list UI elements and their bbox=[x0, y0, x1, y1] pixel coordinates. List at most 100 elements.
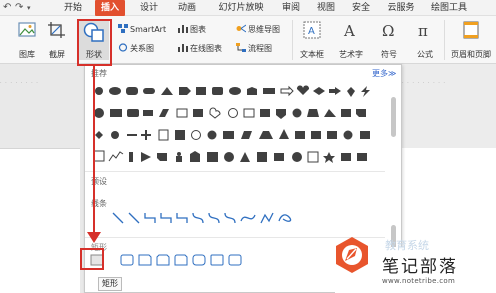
tab-security[interactable]: 安全 bbox=[346, 0, 376, 16]
label-shape[interactable] bbox=[276, 109, 286, 119]
tab-drawing-tools[interactable]: 绘图工具 bbox=[424, 0, 474, 16]
tab-review[interactable]: 审阅 bbox=[276, 0, 306, 16]
curved-double-arrow-shape[interactable] bbox=[224, 212, 236, 224]
pill-shape[interactable] bbox=[143, 88, 155, 94]
freeform-line-shape[interactable] bbox=[108, 151, 124, 162]
redo-icon[interactable]: ↷ bbox=[15, 1, 23, 15]
rect-shape-7[interactable] bbox=[357, 153, 367, 161]
person-body-shape[interactable] bbox=[176, 156, 182, 162]
elbow-arrow-shape[interactable] bbox=[160, 213, 172, 223]
snip-two-corner-rect-shape[interactable] bbox=[156, 254, 170, 266]
elbow-connector-shape[interactable] bbox=[144, 213, 156, 223]
arrow-line-shape[interactable] bbox=[128, 212, 140, 224]
rectangle-shapes-row[interactable] bbox=[89, 253, 259, 267]
round-rect-3-shape[interactable] bbox=[228, 254, 242, 266]
square-shape-4[interactable] bbox=[360, 131, 370, 139]
line-shape[interactable] bbox=[112, 212, 124, 224]
mindmap-button[interactable]: 思维导图 bbox=[236, 23, 280, 37]
snip-round-rect-shape[interactable] bbox=[174, 254, 188, 266]
filled-rect-shape[interactable] bbox=[223, 131, 234, 139]
folded-corner-shape[interactable] bbox=[356, 109, 366, 117]
tab-design[interactable]: 设计 bbox=[134, 0, 164, 16]
art-text-button[interactable]: A 艺术字 bbox=[335, 21, 367, 60]
square-outline-shape[interactable] bbox=[243, 108, 255, 118]
rounded-rectangle-shape[interactable] bbox=[120, 254, 134, 266]
filled-circle-shape[interactable] bbox=[207, 130, 217, 140]
block-shape[interactable] bbox=[207, 152, 218, 162]
circle-shape-2[interactable] bbox=[292, 108, 302, 118]
flat-rect-shape[interactable] bbox=[263, 88, 275, 94]
more-shapes-link[interactable]: 更多≫ bbox=[372, 68, 396, 79]
block-arrow-shape[interactable] bbox=[329, 87, 341, 95]
chart-button[interactable]: 图表 bbox=[178, 23, 206, 37]
frame-shape[interactable] bbox=[176, 108, 188, 118]
star-shape[interactable] bbox=[323, 152, 335, 163]
pentagon-arrow-shape[interactable] bbox=[179, 87, 191, 95]
heart-outline-shape[interactable] bbox=[209, 107, 221, 119]
elbow-double-arrow-shape[interactable] bbox=[176, 213, 188, 223]
rect-shape-3[interactable] bbox=[311, 131, 321, 139]
textbox-button[interactable]: A 文本框 bbox=[296, 21, 328, 60]
tab-insert[interactable]: 插入 bbox=[95, 0, 125, 16]
heart-shape[interactable] bbox=[296, 85, 310, 95]
ring-shape[interactable] bbox=[191, 130, 201, 140]
tab-start[interactable]: 开始 bbox=[58, 0, 88, 16]
building-shape[interactable] bbox=[190, 151, 200, 162]
round-rect-2-shape[interactable] bbox=[210, 254, 224, 266]
undo-icon[interactable]: ↶ bbox=[3, 1, 11, 15]
ellipse-shape[interactable] bbox=[95, 87, 103, 95]
play-triangle-shape[interactable] bbox=[141, 152, 151, 162]
flowchart-button[interactable]: 流程图 bbox=[236, 42, 272, 56]
rounded-rect-shape[interactable] bbox=[126, 87, 138, 95]
screenshot-button[interactable]: 截屏 bbox=[44, 21, 70, 60]
rect-shape-4[interactable] bbox=[327, 131, 337, 139]
arrow-up-shape[interactable] bbox=[240, 152, 250, 162]
rect-shape[interactable] bbox=[110, 109, 122, 117]
snip-corner-rect-shape[interactable] bbox=[138, 254, 152, 266]
formula-button[interactable]: π 公式 bbox=[412, 21, 438, 60]
triangle-shape-3[interactable] bbox=[279, 129, 289, 139]
minus-shape[interactable] bbox=[127, 134, 137, 136]
tab-view[interactable]: 视图 bbox=[311, 0, 341, 16]
bar-shape[interactable] bbox=[129, 152, 133, 162]
dropdown-icon[interactable]: ▾ bbox=[27, 1, 31, 15]
freeform-shape[interactable] bbox=[260, 212, 274, 224]
circle-outline-shape[interactable] bbox=[228, 108, 238, 118]
dot-shape[interactable] bbox=[111, 131, 119, 139]
cloud-shape[interactable] bbox=[229, 87, 241, 95]
scribble-shape[interactable] bbox=[278, 214, 292, 222]
curve-shape[interactable] bbox=[240, 214, 256, 222]
grid-shape[interactable] bbox=[93, 150, 105, 162]
rect-callout-shape[interactable] bbox=[212, 87, 223, 95]
tab-slideshow[interactable]: 幻灯片放映 bbox=[211, 0, 271, 16]
circle-shape-4[interactable] bbox=[292, 152, 302, 162]
recommended-shapes-grid[interactable] bbox=[89, 85, 389, 165]
rounded-rect-shape-2[interactable] bbox=[127, 109, 139, 117]
square-shape-2[interactable] bbox=[260, 109, 270, 117]
filled-square-shape[interactable] bbox=[175, 130, 185, 140]
picture-button[interactable]: 图库 bbox=[14, 21, 40, 60]
tab-cloud[interactable]: 云服务 bbox=[381, 0, 421, 16]
smartart-button[interactable]: SmartArt bbox=[118, 23, 166, 37]
trapezoid-shape[interactable] bbox=[307, 109, 319, 117]
relation-button[interactable]: 关系图 bbox=[118, 42, 154, 56]
circle-shape-3[interactable] bbox=[343, 130, 353, 140]
oval-shape[interactable] bbox=[109, 87, 121, 95]
scrollbar-thumb[interactable] bbox=[391, 97, 396, 137]
document-shape[interactable] bbox=[158, 129, 169, 141]
tab-animation[interactable]: 动画 bbox=[172, 0, 202, 16]
parallelogram-shape-2[interactable] bbox=[241, 131, 252, 139]
online-chart-button[interactable]: 在线图表 bbox=[178, 42, 222, 56]
drop-shape[interactable] bbox=[347, 87, 355, 97]
square-shape-3[interactable] bbox=[341, 109, 351, 117]
house-shape[interactable] bbox=[247, 87, 257, 95]
square-shape[interactable] bbox=[193, 109, 203, 117]
diamond-shape[interactable] bbox=[313, 87, 325, 95]
rect-shape-6[interactable] bbox=[341, 153, 351, 161]
round-corner-rect-shape[interactable] bbox=[192, 254, 206, 266]
lines-shapes-row[interactable] bbox=[111, 211, 311, 225]
edit-box-shape[interactable] bbox=[307, 151, 319, 163]
symbol-button[interactable]: Ω 符号 bbox=[376, 21, 402, 60]
rect-shape-5[interactable] bbox=[274, 153, 284, 161]
slide-canvas[interactable] bbox=[0, 148, 80, 293]
